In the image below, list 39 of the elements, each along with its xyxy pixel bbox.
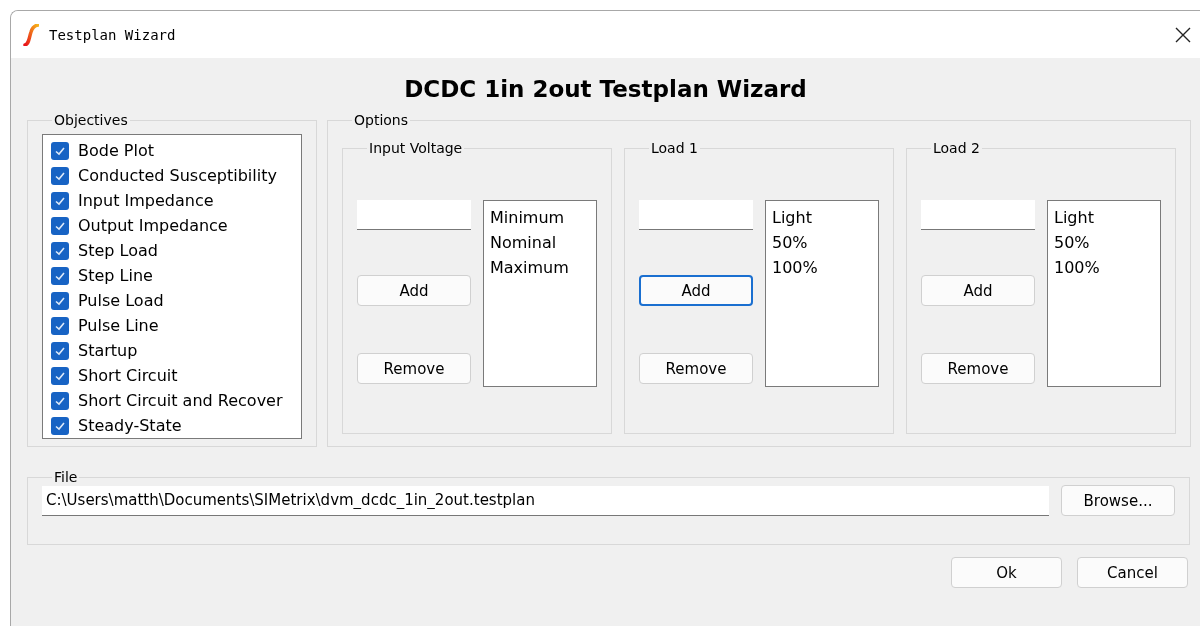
group-label: Objectives [53,112,129,128]
list-item[interactable]: 50% [772,230,872,255]
browse-button[interactable]: Browse... [1061,485,1175,516]
list-item[interactable]: Light [1054,205,1154,230]
group-label: File [53,469,79,485]
add-button[interactable]: Add [921,275,1035,306]
group-label: Load 2 [932,140,981,156]
checkbox-label[interactable]: Step Load [78,241,158,260]
checkbox-label[interactable]: Short Circuit and Recover [78,391,283,410]
list-item[interactable]: 100% [1054,255,1154,280]
checkbox-label[interactable]: Steady-State [78,416,182,435]
checkbox-label[interactable]: Step Line [78,266,153,285]
group-label: Input Voltage [368,140,464,156]
add-button[interactable]: Add [639,275,753,306]
list-item[interactable]: Maximum [490,255,590,280]
file-path-field[interactable]: C:\Users\matth\Documents\SIMetrix\dvm_dcdc_1in_2out.testplan [42,485,1049,516]
list-item[interactable]: Nominal [490,230,590,255]
remove-button[interactable]: Remove [639,353,753,384]
add-button[interactable]: Add [357,275,471,306]
checkbox-label[interactable]: Output Impedance [78,216,228,235]
dialog-heading: DCDC 1in 2out Testplan Wizard [403,76,808,102]
group-label: Options [353,112,410,128]
checkbox-label[interactable]: Pulse Line [78,316,159,335]
window-title: Testplan Wizard [49,26,176,43]
group-label: Load 1 [650,140,699,156]
list-item[interactable]: Minimum [490,205,590,230]
checkbox-label[interactable]: Pulse Load [78,291,164,310]
list-item[interactable]: 50% [1054,230,1154,255]
remove-button[interactable]: Remove [921,353,1035,384]
checkbox-label[interactable]: Bode Plot [78,141,154,160]
cancel-button[interactable]: Cancel [1077,557,1188,588]
ok-button[interactable]: Ok [951,557,1062,588]
list-item[interactable]: Light [772,205,872,230]
remove-button[interactable]: Remove [357,353,471,384]
checkbox-label[interactable]: Startup [78,341,138,360]
list-item[interactable]: 100% [772,255,872,280]
checkbox-label[interactable]: Conducted Susceptibility [78,166,277,185]
checkbox-label[interactable]: Short Circuit [78,366,178,385]
checkbox-label[interactable]: Input Impedance [78,191,214,210]
